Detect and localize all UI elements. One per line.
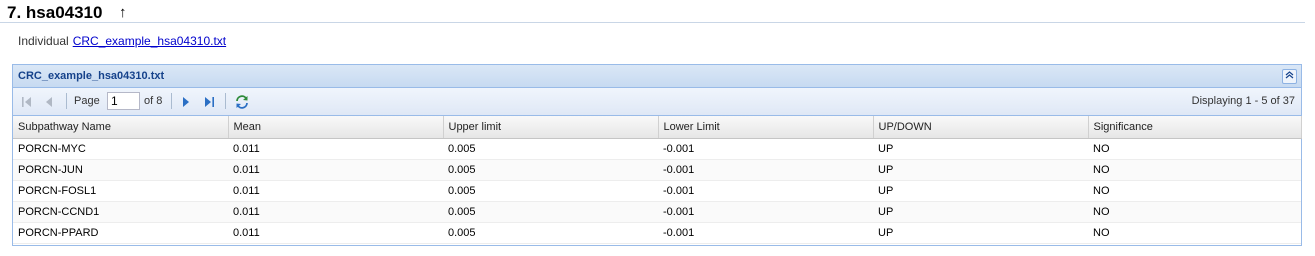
displaying-count: Displaying 1 - 5 of 37 xyxy=(1191,95,1295,107)
cell-significance: NO xyxy=(1088,138,1301,160)
cell-subpathway-name: PORCN-JUN xyxy=(13,159,228,181)
cell-significance: NO xyxy=(1088,222,1301,244)
cell-significance: NO xyxy=(1088,180,1301,202)
cell-upper-limit: 0.005 xyxy=(443,138,658,160)
individual-row: Individual CRC_example_hsa04310.txt xyxy=(18,34,226,48)
table-row[interactable]: PORCN-JUN 0.011 0.005 -0.001 UP NO xyxy=(13,159,1301,181)
toolbar-separator xyxy=(171,93,172,109)
individual-label: Individual xyxy=(18,34,69,48)
section-header: 7. hsa04310 ↑ xyxy=(0,0,1305,23)
cell-mean: 0.011 xyxy=(228,222,443,244)
cell-mean: 0.011 xyxy=(228,180,443,202)
cell-significance: NO xyxy=(1088,159,1301,181)
panel-title: CRC_example_hsa04310.txt xyxy=(18,70,165,82)
cell-lower-limit: -0.001 xyxy=(658,159,873,181)
cell-mean: 0.011 xyxy=(228,201,443,223)
cell-lower-limit: -0.001 xyxy=(658,201,873,223)
table-row[interactable]: PORCN-PPARD 0.011 0.005 -0.001 UP NO xyxy=(13,222,1301,244)
cell-mean: 0.011 xyxy=(228,159,443,181)
cell-lower-limit: -0.001 xyxy=(658,180,873,202)
refresh-icon[interactable] xyxy=(234,94,250,110)
table-header-row: Subpathway Name Mean Upper limit Lower L… xyxy=(13,116,1302,139)
cell-up-down: UP xyxy=(873,138,1088,160)
column-header-mean[interactable]: Mean xyxy=(228,116,444,139)
table-row[interactable]: PORCN-MYC 0.011 0.005 -0.001 UP NO xyxy=(13,138,1301,160)
column-header-significance[interactable]: Significance xyxy=(1088,116,1302,139)
cell-lower-limit: -0.001 xyxy=(658,138,873,160)
panel-header: CRC_example_hsa04310.txt xyxy=(13,65,1301,88)
cell-up-down: UP xyxy=(873,180,1088,202)
cell-up-down: UP xyxy=(873,159,1088,181)
individual-file-link[interactable]: CRC_example_hsa04310.txt xyxy=(73,34,226,48)
cell-lower-limit: -0.001 xyxy=(658,222,873,244)
cell-upper-limit: 0.005 xyxy=(443,159,658,181)
cell-subpathway-name: PORCN-PPARD xyxy=(13,222,228,244)
previous-page-icon[interactable] xyxy=(43,94,55,110)
cell-mean: 0.011 xyxy=(228,138,443,160)
double-chevron-up-icon xyxy=(1285,71,1294,79)
toolbar-separator xyxy=(66,93,67,109)
next-page-icon[interactable] xyxy=(180,94,192,110)
cell-up-down: UP xyxy=(873,201,1088,223)
cell-upper-limit: 0.005 xyxy=(443,180,658,202)
page-label: Page xyxy=(74,95,100,107)
column-header-lower-limit[interactable]: Lower Limit xyxy=(658,116,874,139)
cell-subpathway-name: PORCN-FOSL1 xyxy=(13,180,228,202)
cell-up-down: UP xyxy=(873,222,1088,244)
page-number-input[interactable] xyxy=(107,92,140,110)
table-row[interactable]: PORCN-FOSL1 0.011 0.005 -0.001 UP NO xyxy=(13,180,1301,202)
column-header-up-down[interactable]: UP/DOWN xyxy=(873,116,1089,139)
paging-toolbar: Page of 8 Displaying 1 - 5 of 37 xyxy=(13,88,1301,116)
collapse-icon[interactable] xyxy=(1282,69,1297,84)
cell-subpathway-name: PORCN-MYC xyxy=(13,138,228,160)
results-panel: CRC_example_hsa04310.txt Page of 8 xyxy=(12,64,1302,246)
page-count-label: of 8 xyxy=(144,95,163,107)
cell-significance: NO xyxy=(1088,201,1301,223)
first-page-icon[interactable] xyxy=(20,94,34,110)
cell-upper-limit: 0.005 xyxy=(443,222,658,244)
results-table: Subpathway Name Mean Upper limit Lower L… xyxy=(13,116,1302,244)
last-page-icon[interactable] xyxy=(202,94,216,110)
column-header-subpathway-name[interactable]: Subpathway Name xyxy=(13,116,229,139)
cell-subpathway-name: PORCN-CCND1 xyxy=(13,201,228,223)
column-header-upper-limit[interactable]: Upper limit xyxy=(443,116,659,139)
cell-upper-limit: 0.005 xyxy=(443,201,658,223)
back-to-top-arrow-icon[interactable]: ↑ xyxy=(119,4,127,21)
section-title: 7. hsa04310 xyxy=(7,3,103,22)
table-row[interactable]: PORCN-CCND1 0.011 0.005 -0.001 UP NO xyxy=(13,201,1301,223)
toolbar-separator xyxy=(225,93,226,109)
